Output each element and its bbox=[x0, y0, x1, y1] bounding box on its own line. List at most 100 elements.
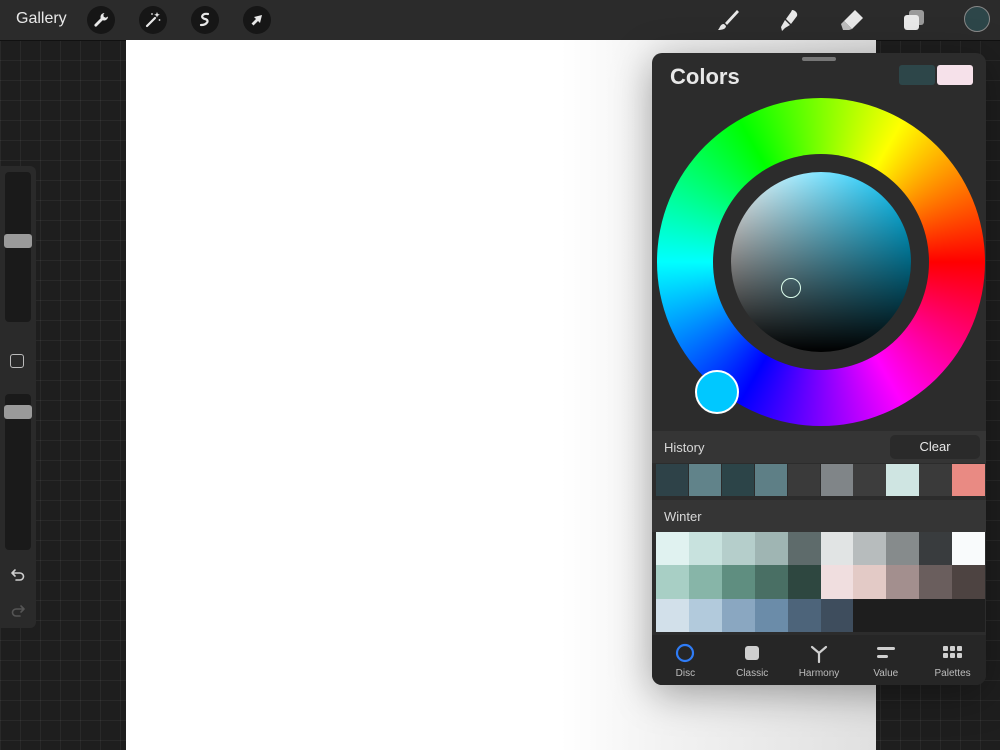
adjustments-button[interactable] bbox=[139, 6, 167, 34]
selection-icon bbox=[199, 12, 210, 27]
tab-classic[interactable]: Classic bbox=[719, 635, 786, 685]
opacity-slider[interactable] bbox=[4, 394, 32, 550]
tab-value[interactable]: Value bbox=[852, 635, 919, 685]
tab-label: Palettes bbox=[934, 668, 971, 679]
history-swatch[interactable] bbox=[886, 464, 919, 496]
history-header: History Clear bbox=[652, 431, 986, 463]
palette-swatch[interactable] bbox=[721, 565, 755, 599]
palette-swatch[interactable] bbox=[886, 598, 920, 632]
active-color-button[interactable] bbox=[964, 6, 990, 32]
current-color-swatch[interactable] bbox=[899, 65, 935, 85]
history-swatch[interactable] bbox=[919, 464, 952, 496]
tab-harmony[interactable]: Harmony bbox=[786, 635, 853, 685]
palette-swatch[interactable] bbox=[820, 565, 854, 599]
palette-swatch[interactable] bbox=[820, 598, 854, 632]
brush-tool-button[interactable] bbox=[712, 4, 744, 36]
saturation-brightness-disc[interactable] bbox=[731, 172, 911, 352]
transform-button[interactable] bbox=[243, 6, 271, 34]
redo-button[interactable] bbox=[8, 600, 28, 620]
gallery-button[interactable]: Gallery bbox=[16, 10, 67, 28]
saturation-knob[interactable] bbox=[781, 278, 801, 298]
palette-swatch[interactable] bbox=[952, 532, 985, 566]
history-swatch[interactable] bbox=[952, 464, 985, 496]
palettes-grid-icon bbox=[942, 642, 964, 664]
opacity-thumb[interactable] bbox=[4, 404, 32, 419]
palette-swatch[interactable] bbox=[754, 565, 788, 599]
modifier-square-icon[interactable] bbox=[10, 354, 24, 368]
tab-disc[interactable]: Disc bbox=[652, 635, 719, 685]
clear-history-button[interactable]: Clear bbox=[890, 435, 980, 459]
history-swatch[interactable] bbox=[754, 464, 788, 496]
palette-swatch[interactable] bbox=[853, 565, 887, 599]
palette-swatch[interactable] bbox=[721, 532, 755, 566]
layers-icon bbox=[904, 10, 924, 30]
palette-swatch[interactable] bbox=[656, 565, 689, 599]
tab-label: Harmony bbox=[798, 668, 840, 679]
hue-ring-gap bbox=[713, 154, 929, 370]
tab-label: Value bbox=[873, 668, 899, 679]
palette-swatch[interactable] bbox=[919, 532, 953, 566]
palette-swatch[interactable] bbox=[853, 598, 887, 632]
layers-button[interactable] bbox=[898, 4, 930, 36]
hue-ring[interactable] bbox=[657, 98, 985, 426]
value-sliders-icon bbox=[875, 642, 897, 664]
palette-name: Winter bbox=[664, 509, 702, 524]
palette-swatch[interactable] bbox=[919, 598, 953, 632]
harmony-icon bbox=[808, 642, 830, 664]
color-mode-tabs: Disc Classic Harmony Value Palettes bbox=[652, 635, 986, 685]
palette-swatch[interactable] bbox=[787, 532, 821, 566]
palette-swatch[interactable] bbox=[754, 598, 788, 632]
magic-wand-icon bbox=[145, 12, 161, 28]
palette-swatch[interactable] bbox=[754, 532, 788, 566]
tab-label: Classic bbox=[736, 668, 769, 679]
palette-swatch[interactable] bbox=[952, 598, 985, 632]
palette-swatches bbox=[656, 532, 985, 632]
selection-button[interactable] bbox=[191, 6, 219, 34]
palette-swatch[interactable] bbox=[919, 565, 953, 599]
brush-size-slider[interactable] bbox=[4, 172, 32, 322]
history-swatch[interactable] bbox=[820, 464, 853, 496]
smudge-icon bbox=[781, 10, 798, 31]
undo-icon bbox=[11, 569, 25, 581]
brush-icon bbox=[718, 10, 739, 30]
palette-swatch[interactable] bbox=[787, 598, 821, 632]
previous-color-swatch[interactable] bbox=[937, 65, 973, 85]
redo-icon bbox=[11, 605, 25, 617]
tab-label: Disc bbox=[675, 668, 696, 679]
palette-swatch[interactable] bbox=[688, 532, 722, 566]
palette-swatch[interactable] bbox=[656, 532, 689, 566]
history-swatch[interactable] bbox=[853, 464, 886, 496]
wrench-icon bbox=[94, 12, 109, 27]
history-label: History bbox=[664, 440, 705, 455]
disc-icon bbox=[674, 642, 696, 664]
palette-swatch[interactable] bbox=[952, 565, 985, 599]
history-swatch[interactable] bbox=[721, 464, 755, 496]
hue-knob[interactable] bbox=[695, 370, 739, 414]
history-swatch[interactable] bbox=[656, 464, 689, 496]
eraser-icon bbox=[841, 10, 863, 30]
palette-swatch[interactable] bbox=[886, 532, 920, 566]
eraser-tool-button[interactable] bbox=[836, 4, 868, 36]
palette-swatch[interactable] bbox=[688, 598, 722, 632]
palette-swatch[interactable] bbox=[688, 565, 722, 599]
palette-swatch[interactable] bbox=[820, 532, 854, 566]
tab-palettes[interactable]: Palettes bbox=[919, 635, 986, 685]
history-swatch[interactable] bbox=[688, 464, 722, 496]
palette-swatch[interactable] bbox=[853, 532, 887, 566]
palette-swatch[interactable] bbox=[721, 598, 755, 632]
palette-swatch[interactable] bbox=[886, 565, 920, 599]
palette-swatch[interactable] bbox=[656, 598, 689, 632]
brush-size-thumb[interactable] bbox=[4, 233, 32, 248]
panel-grabber[interactable] bbox=[802, 57, 836, 61]
palette-swatch[interactable] bbox=[787, 565, 821, 599]
actions-button[interactable] bbox=[87, 6, 115, 34]
undo-button[interactable] bbox=[8, 564, 28, 584]
history-swatch[interactable] bbox=[787, 464, 821, 496]
transform-arrow-icon bbox=[251, 15, 262, 26]
top-toolbar: Gallery bbox=[0, 0, 1000, 41]
smudge-tool-button[interactable] bbox=[774, 4, 806, 36]
colors-panel: Colors History Clear Winter Disc Classic H… bbox=[652, 53, 986, 685]
palette-header: Winter bbox=[652, 500, 986, 532]
left-sidebar bbox=[0, 166, 36, 628]
history-swatches bbox=[656, 464, 985, 496]
